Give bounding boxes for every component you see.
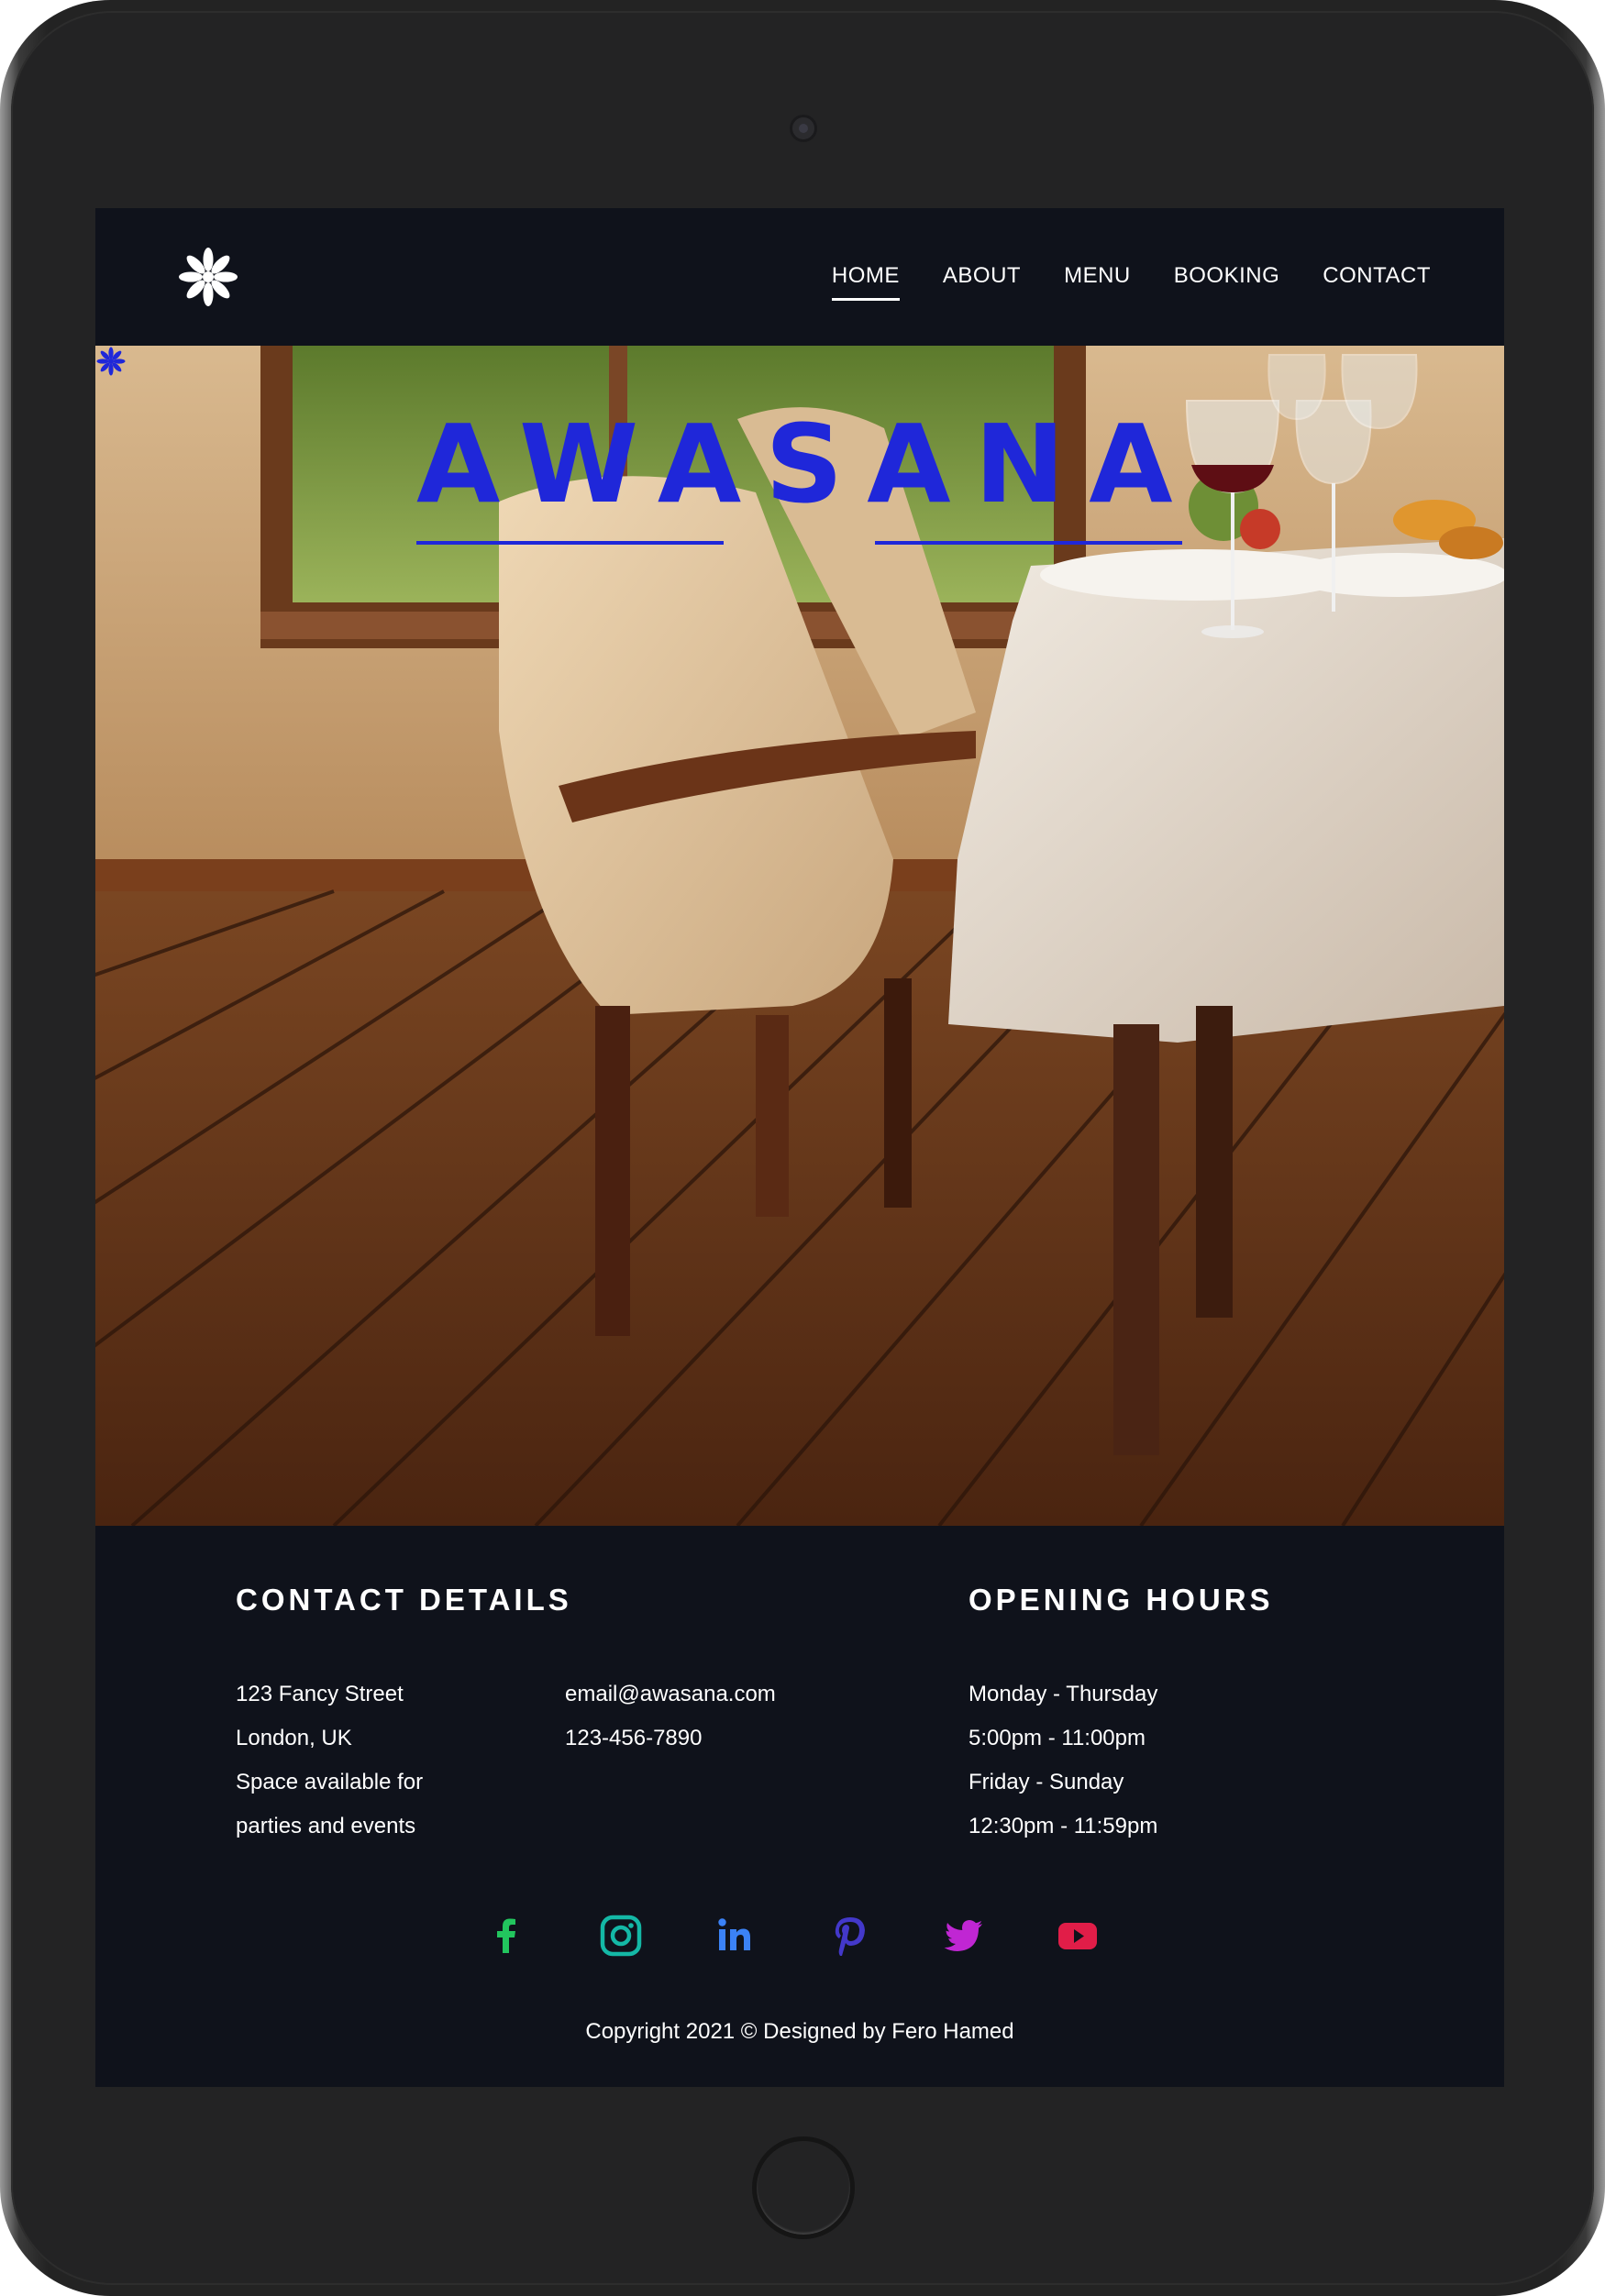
hours-block: Monday - Thursday 5:00pm - 11:00pm Frida… (969, 1672, 1157, 1849)
linkedin-icon[interactable] (712, 1913, 758, 1959)
nav-about[interactable]: ABOUT (943, 263, 1021, 301)
hours-line: 12:30pm - 11:59pm (969, 1814, 1158, 1838)
twitter-icon[interactable] (941, 1913, 987, 1959)
nav-booking[interactable]: BOOKING (1174, 263, 1280, 301)
email-link[interactable]: email@awasana.com (565, 1672, 776, 1716)
hours-line: Friday - Sunday (969, 1770, 1124, 1794)
address-line: 123 Fancy Street (236, 1682, 404, 1706)
hours-line: Monday - Thursday (969, 1682, 1158, 1706)
address-line: Space available for (236, 1770, 424, 1794)
nav-contact[interactable]: CONTACT (1323, 263, 1431, 301)
address-block: 123 Fancy Street London, UK Space availa… (236, 1672, 423, 1849)
main-nav: HOME ABOUT MENU BOOKING CONTACT (831, 263, 1431, 301)
address-line: parties and events (236, 1814, 416, 1838)
opening-hours-heading: OPENING HOURS (969, 1583, 1274, 1617)
phone-link[interactable]: 123-456-7890 (565, 1716, 776, 1761)
hours-line: 5:00pm - 11:00pm (969, 1726, 1146, 1750)
nav-menu[interactable]: MENU (1064, 263, 1131, 301)
asterisk-divider-icon (96, 347, 126, 376)
screen: HOME ABOUT MENU BOOKING CONTACT AWASANA … (95, 208, 1504, 2087)
navbar: HOME ABOUT MENU BOOKING CONTACT (95, 208, 1504, 346)
address-line: London, UK (236, 1726, 352, 1750)
footer-section: CONTACT DETAILS OPENING HOURS 123 Fancy … (95, 1526, 1504, 2087)
hero-title: AWASANA (416, 401, 1197, 527)
contact-details-heading: CONTACT DETAILS (236, 1583, 572, 1617)
title-divider-right (875, 541, 1182, 545)
facebook-icon[interactable] (483, 1913, 529, 1959)
copyright-text: Copyright 2021 © Designed by Fero Hamed (585, 2019, 1014, 2044)
camera-icon (790, 115, 817, 142)
youtube-icon[interactable] (1055, 1913, 1101, 1959)
asterisk-logo-icon[interactable] (176, 245, 240, 309)
contact-block: email@awasana.com 123-456-7890 (565, 1672, 776, 1761)
home-button[interactable] (752, 2136, 855, 2239)
nav-home[interactable]: HOME (831, 263, 900, 301)
title-divider-left (416, 541, 724, 545)
social-links (95, 1913, 1504, 1959)
instagram-icon[interactable] (598, 1913, 644, 1959)
tablet-frame: HOME ABOUT MENU BOOKING CONTACT AWASANA … (0, 0, 1605, 2296)
hero-section: AWASANA (95, 346, 1504, 1526)
pinterest-icon[interactable] (826, 1913, 872, 1959)
